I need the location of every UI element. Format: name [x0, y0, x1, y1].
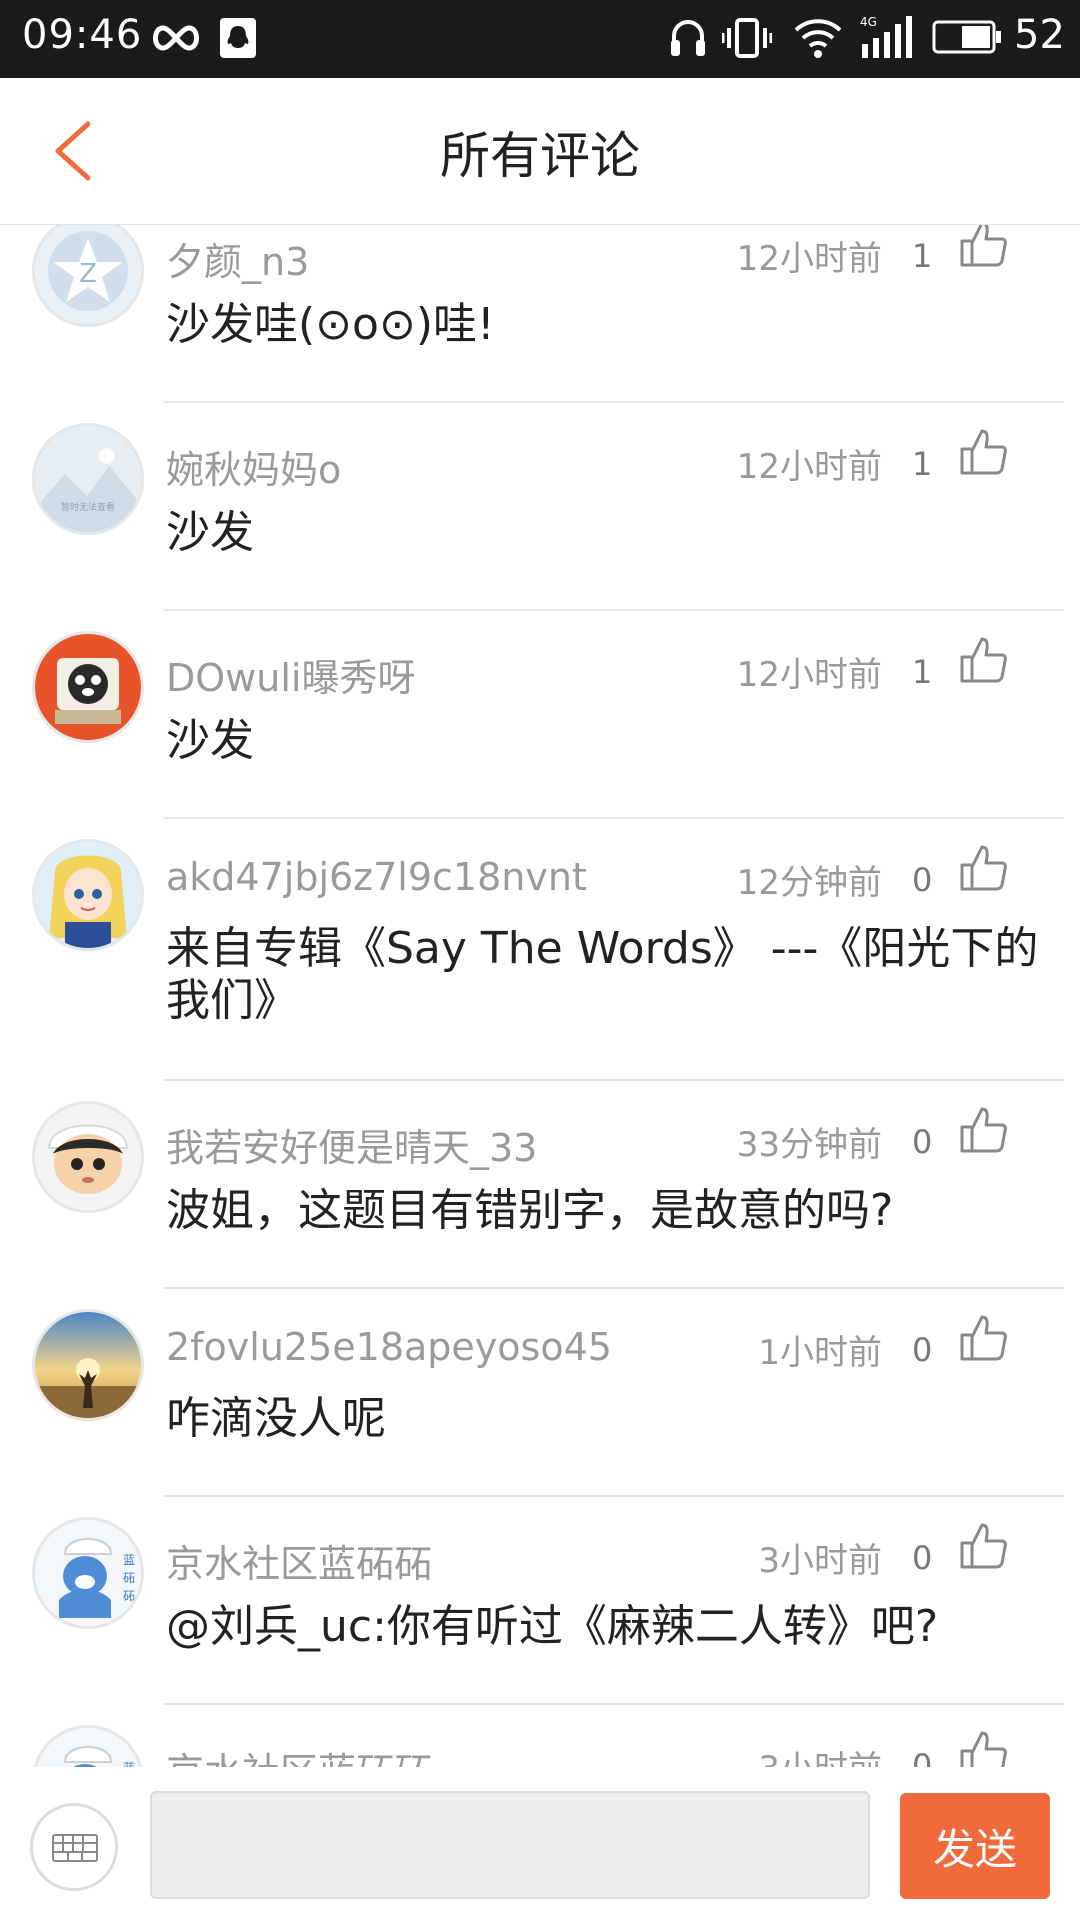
- comment-text: 来自专辑《Say The Words》 ---《阳光下的我们》: [166, 923, 1039, 1026]
- like-count: 0: [912, 1747, 933, 1767]
- thumbs-up-icon[interactable]: [958, 427, 1008, 481]
- infinity-icon: [150, 20, 202, 60]
- comment-item: akd47jbj6z7l9c18nvnt 12分钟前 0 来自专辑《Say Th…: [0, 819, 1080, 1081]
- comment-item: 我若安好便是晴天_33 33分钟前 0 波姐，这题目有错别字，是故意的吗?: [0, 1081, 1080, 1289]
- page-title: 所有评论: [440, 127, 640, 185]
- comment-username[interactable]: 京水社区蓝砳砳: [166, 1741, 432, 1767]
- svg-text:Z: Z: [79, 259, 97, 289]
- keyboard-toggle-button[interactable]: [30, 1803, 118, 1891]
- vibrate-icon: [721, 16, 773, 64]
- comment-text: @刘兵_uc:你有听过《麻辣二人转》吧?: [166, 1601, 939, 1652]
- thumbs-up-icon[interactable]: [958, 1313, 1008, 1367]
- comment-item: 蓝砳砳 京水社区蓝砳砳 3小时前 0 @刘兵_uc:你有听过《麻辣二人转》吧?: [0, 1497, 1080, 1705]
- like-count: 0: [912, 1123, 933, 1161]
- comment-username[interactable]: 我若安好便是晴天_33: [166, 1117, 537, 1172]
- svg-text:蓝: 蓝: [123, 1553, 135, 1567]
- comment-time: 3小时前: [758, 1741, 882, 1767]
- avatar[interactable]: 蓝砳砳: [32, 1517, 144, 1629]
- like-count: 0: [912, 1539, 933, 1577]
- comment-text: 沙发: [166, 715, 254, 766]
- comment-username[interactable]: DOwuli曝秀呀: [166, 647, 415, 702]
- avatar-placeholder-text: 暂时无法查看: [61, 501, 115, 513]
- comment-time: 3小时前: [758, 1541, 882, 1581]
- thumbs-up-icon[interactable]: [958, 1729, 1008, 1767]
- comment-list[interactable]: Z 夕颜_n3 12小时前 1 沙发哇(⊙o⊙)哇! 暂时无法查看 婉秋妈妈o …: [0, 225, 1080, 1767]
- send-button[interactable]: 发送: [900, 1793, 1050, 1899]
- wifi-icon: [792, 16, 844, 64]
- status-time: 09:46: [22, 12, 143, 58]
- comment-text: 波姐，这题目有错别字，是故意的吗?: [166, 1185, 894, 1236]
- svg-text:砳: 砳: [123, 1571, 135, 1585]
- comment-username[interactable]: 2fovlu25e18apeyoso45: [166, 1325, 612, 1369]
- comment-item: 暂时无法查看 婉秋妈妈o 12小时前 1 沙发: [0, 403, 1080, 611]
- comment-input-bar: 发送: [0, 1767, 1080, 1920]
- header: 所有评论: [0, 78, 1080, 225]
- comment-item: 蓝砳砳 京水社区蓝砳砳 3小时前 0: [0, 1705, 1080, 1767]
- svg-text:4G: 4G: [860, 15, 877, 29]
- thumbs-up-icon[interactable]: [958, 1105, 1008, 1159]
- comment-item: Z 夕颜_n3 12小时前 1 沙发哇(⊙o⊙)哇!: [0, 225, 1080, 403]
- battery-percent: 52: [1014, 12, 1065, 58]
- comment-item: 2fovlu25e18apeyoso45 1小时前 0 咋滴没人呢: [0, 1289, 1080, 1497]
- avatar[interactable]: [32, 839, 144, 951]
- comment-time: 12小时前: [736, 655, 882, 695]
- comment-time: 1小时前: [758, 1333, 882, 1373]
- avatar[interactable]: [32, 631, 144, 743]
- comment-text: 沙发: [166, 507, 254, 558]
- thumbs-up-icon[interactable]: [958, 225, 1008, 273]
- comment-time: 12小时前: [736, 239, 882, 279]
- headset-icon: [668, 16, 708, 64]
- comment-username[interactable]: 京水社区蓝砳砳: [166, 1533, 432, 1588]
- comment-input[interactable]: [150, 1791, 870, 1899]
- comment-username[interactable]: akd47jbj6z7l9c18nvnt: [166, 855, 587, 899]
- avatar[interactable]: [32, 1309, 144, 1421]
- thumbs-up-icon[interactable]: [958, 1521, 1008, 1575]
- comment-text: 咋滴没人呢: [166, 1393, 386, 1444]
- comment-username[interactable]: 婉秋妈妈o: [166, 439, 341, 494]
- avatar[interactable]: [32, 1101, 144, 1213]
- comment-text: 沙发哇(⊙o⊙)哇!: [166, 299, 495, 350]
- like-count: 0: [912, 861, 933, 899]
- thumbs-up-icon[interactable]: [958, 843, 1008, 897]
- status-bar: 09:46 4G 52: [0, 0, 1080, 78]
- keyboard-icon: [52, 1834, 98, 1862]
- qq-icon: [220, 18, 256, 62]
- like-count: 0: [912, 1331, 933, 1369]
- comment-username[interactable]: 夕颜_n3: [166, 231, 309, 286]
- avatar[interactable]: 暂时无法查看: [32, 423, 144, 535]
- avatar[interactable]: 蓝砳砳: [32, 1725, 144, 1767]
- avatar[interactable]: Z: [32, 225, 144, 327]
- comment-time: 12分钟前: [736, 863, 882, 903]
- like-count: 1: [912, 445, 933, 483]
- battery-icon: [932, 20, 1002, 58]
- thumbs-up-icon[interactable]: [958, 635, 1008, 689]
- comment-time: 33分钟前: [736, 1125, 882, 1165]
- comment-item: DOwuli曝秀呀 12小时前 1 沙发: [0, 611, 1080, 819]
- svg-text:砳: 砳: [123, 1589, 135, 1603]
- like-count: 1: [912, 653, 933, 691]
- like-count: 1: [912, 237, 933, 275]
- comment-time: 12小时前: [736, 447, 882, 487]
- 4g-signal-icon: 4G: [860, 14, 916, 66]
